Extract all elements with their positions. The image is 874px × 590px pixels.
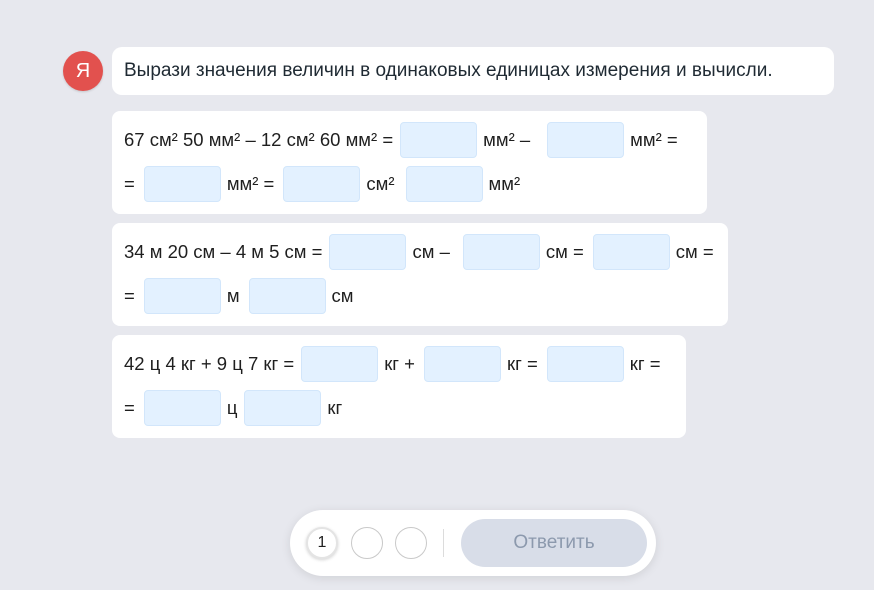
answer-input[interactable] xyxy=(423,346,501,382)
exercise-3-expression: 42 ц 4 кг + 9 ц 7 кг = xyxy=(124,353,295,374)
exercise-card-1: 67 см² 50 мм² – 12 см² 60 мм² = мм² – мм… xyxy=(112,111,707,214)
yandex-logo-icon: Я xyxy=(63,51,103,91)
unit-label: см = xyxy=(545,241,584,262)
answer-input[interactable] xyxy=(329,234,407,270)
answer-input[interactable] xyxy=(400,122,478,158)
page-button-2[interactable] xyxy=(351,527,383,559)
answer-input[interactable] xyxy=(283,166,361,202)
exercise-2-expression: 34 м 20 см – 4 м 5 см = xyxy=(124,241,323,262)
answer-input[interactable] xyxy=(143,166,221,202)
unit-label: см = xyxy=(675,241,714,262)
equals-sign: = xyxy=(124,173,135,194)
unit-label: кг = xyxy=(629,353,661,374)
unit-label: мм² = xyxy=(226,173,275,194)
answer-button[interactable]: Ответить xyxy=(461,519,647,567)
task-instruction: Вырази значения величин в одинаковых еди… xyxy=(112,47,834,95)
unit-label: см xyxy=(331,285,354,306)
answer-input[interactable] xyxy=(248,278,326,314)
equals-sign: = xyxy=(124,397,135,418)
exercise-card-3: 42 ц 4 кг + 9 ц 7 кг = кг + кг = кг = = … xyxy=(112,335,686,438)
unit-label: мм² xyxy=(488,173,521,194)
answer-input[interactable] xyxy=(301,346,379,382)
unit-label: кг = xyxy=(506,353,538,374)
divider xyxy=(443,529,444,557)
unit-label: ц xyxy=(226,397,238,418)
equals-sign: = xyxy=(124,285,135,306)
unit-label: кг + xyxy=(384,353,415,374)
unit-label: мм² = xyxy=(630,129,678,150)
answer-input[interactable] xyxy=(143,390,221,426)
answer-input[interactable] xyxy=(462,234,540,270)
answer-input[interactable] xyxy=(143,278,221,314)
bottom-toolbar: 1 Ответить xyxy=(290,510,656,576)
exercise-1-expression: 67 см² 50 мм² – 12 см² 60 мм² = xyxy=(124,129,394,150)
answer-input[interactable] xyxy=(405,166,483,202)
page-button-3[interactable] xyxy=(395,527,427,559)
answer-input[interactable] xyxy=(592,234,670,270)
page-button-1[interactable]: 1 xyxy=(306,527,338,559)
unit-label: см² xyxy=(366,173,395,194)
unit-label: кг xyxy=(327,397,343,418)
unit-label: мм² – xyxy=(483,129,531,150)
answer-input[interactable] xyxy=(547,122,625,158)
unit-label: см – xyxy=(412,241,450,262)
answer-input[interactable] xyxy=(244,390,322,426)
unit-label: м xyxy=(226,285,240,306)
exercise-card-2: 34 м 20 см – 4 м 5 см = см – см = см = =… xyxy=(112,223,728,326)
answer-input[interactable] xyxy=(546,346,624,382)
